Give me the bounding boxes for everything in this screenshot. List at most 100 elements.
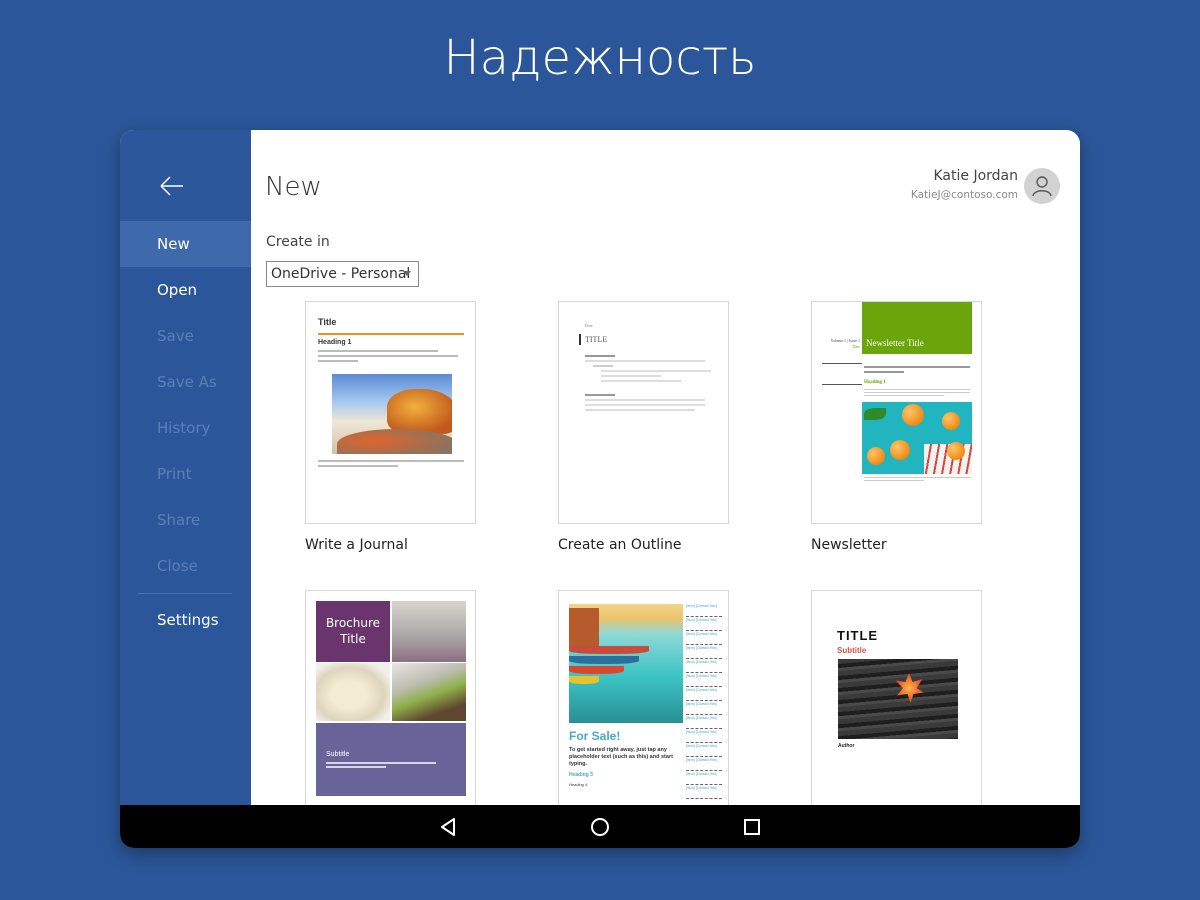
sidebar-item-settings[interactable]: Settings — [120, 597, 251, 643]
preview-text-line — [326, 766, 386, 768]
preview-title: Brochure Title — [316, 601, 390, 662]
preview-subtitle-block — [316, 723, 466, 796]
preview-title: Title — [318, 317, 337, 327]
preview-text-line — [326, 762, 436, 764]
home-icon — [591, 818, 609, 836]
preview-leaf-photo — [838, 659, 958, 739]
chevron-down-icon — [403, 271, 411, 276]
preview-tab: [Item] [Contact Info] — [686, 631, 722, 645]
sidebar-item-share: Share — [157, 511, 201, 529]
preview-tear-off-tabs: [Item] [Contact Info] [Item] [Contact In… — [686, 603, 722, 799]
preview-beach-photo — [332, 374, 452, 454]
preview-rule — [822, 363, 862, 364]
preview-text-lines — [318, 460, 464, 470]
preview-pasta-photo — [316, 663, 390, 721]
recents-icon — [744, 819, 760, 835]
preview-author: Author — [838, 743, 855, 749]
preview-apricot-photo — [862, 402, 972, 474]
sidebar: New Open Save Save As History Print Shar… — [120, 130, 251, 805]
create-in-label: Create in — [266, 234, 330, 250]
template-thumbnail: Title Heading 1 — [305, 301, 476, 524]
preview-tab: [Item] [Contact Info] — [686, 771, 722, 785]
sidebar-item-close: Close — [157, 557, 198, 575]
preview-tab: [Item] [Contact Info] — [686, 617, 722, 631]
preview-tab: [Item] [Contact Info] — [686, 701, 722, 715]
preview-tab: [Item] [Contact Info] — [686, 757, 722, 771]
preview-volume: Volume 1 | Issue 1 — [830, 338, 860, 343]
main-panel: New Katie Jordan KatieJ@contoso.com Crea… — [251, 130, 1080, 805]
location-dropdown[interactable]: OneDrive - Personal — [266, 261, 419, 287]
template-caption: Newsletter — [811, 537, 887, 553]
preview-tab: [Item] [Contact Info] — [686, 673, 722, 687]
preview-date: Date — [585, 323, 593, 328]
avatar[interactable] — [1024, 168, 1060, 204]
preview-heading: Heading 1 — [864, 380, 886, 385]
sidebar-item-save-as: Save As — [157, 373, 217, 391]
sidebar-item-save: Save — [157, 327, 194, 345]
preview-tab: [Item] [Contact Info] — [686, 743, 722, 757]
template-thumbnail: Newsletter Title Volume 1 | Issue 1 Date… — [811, 301, 982, 524]
preview-title: TITLE — [585, 335, 608, 344]
page-title: New — [265, 172, 322, 202]
preview-body: To get started right away, just tap any … — [569, 747, 673, 767]
system-home-button[interactable] — [589, 816, 611, 838]
sidebar-item-history: History — [157, 419, 211, 437]
preview-date: Date — [852, 344, 860, 349]
template-thumbnail: For Sale! To get started right away, jus… — [558, 590, 729, 805]
preview-tab: [Item] [Contact Info] — [686, 659, 722, 673]
sidebar-item-new[interactable]: New — [120, 221, 251, 267]
preview-text-lines — [864, 366, 970, 376]
template-thumbnail: Date TITLE — [558, 301, 729, 524]
preview-title: TITLE — [837, 628, 879, 643]
user-info[interactable]: Katie Jordan KatieJ@contoso.com — [911, 168, 1018, 201]
system-navigation-bar — [120, 805, 1080, 848]
template-caption: Create an Outline — [558, 537, 682, 553]
sidebar-item-open[interactable]: Open — [120, 267, 251, 313]
preview-salad-photo — [392, 663, 466, 721]
arrow-left-icon — [160, 176, 183, 196]
user-email: KatieJ@contoso.com — [910, 189, 1018, 201]
preview-text-lines — [864, 477, 970, 484]
template-brochure[interactable]: Brochure Title Subtitle — [305, 590, 476, 805]
location-selected-value: OneDrive - Personal — [271, 266, 411, 282]
sidebar-item-print: Print — [157, 465, 192, 483]
preview-boats-photo — [569, 604, 683, 723]
preview-heading: Heading 1 — [318, 339, 352, 346]
template-for-sale-flyer[interactable]: For Sale! To get started right away, jus… — [558, 590, 729, 805]
preview-title-bar — [579, 334, 581, 345]
preview-glasses-photo — [392, 601, 466, 662]
back-icon — [441, 818, 455, 836]
preview-text-lines — [864, 389, 970, 399]
preview-text-lines — [318, 350, 458, 365]
preview-subtitle: Subtitle — [837, 646, 867, 655]
promo-title: Надежность — [443, 30, 757, 86]
preview-rule — [822, 384, 862, 385]
system-recents-button[interactable] — [741, 816, 763, 838]
preview-tab: [Item] [Contact Info] — [686, 729, 722, 743]
preview-title: Newsletter Title — [866, 338, 924, 348]
preview-heading3: Heading 3 — [569, 772, 593, 778]
preview-tab: [Item] [Contact Info] — [686, 785, 722, 799]
user-name: Katie Jordan — [933, 168, 1019, 184]
preview-outline-lines — [585, 355, 711, 414]
template-newsletter[interactable]: Newsletter Title Volume 1 | Issue 1 Date… — [811, 301, 982, 553]
back-button[interactable] — [158, 172, 186, 200]
preview-tab: [Item] [Contact Info] — [686, 687, 722, 701]
preview-title: For Sale! — [569, 729, 621, 743]
template-thumbnail: Brochure Title Subtitle — [305, 590, 476, 805]
preview-tab: [Item] [Contact Info] — [686, 645, 722, 659]
person-icon — [1032, 176, 1052, 197]
preview-heading4: Heading 4 — [569, 782, 588, 787]
template-report[interactable]: TITLE Subtitle Author — [811, 590, 982, 805]
system-back-button[interactable] — [438, 816, 460, 838]
preview-tab: [Item] [Contact Info] — [686, 715, 722, 729]
template-write-a-journal[interactable]: Title Heading 1 Write a Journal — [305, 301, 476, 553]
template-caption: Write a Journal — [305, 537, 408, 553]
template-thumbnail: TITLE Subtitle Author — [811, 590, 982, 805]
preview-subtitle: Subtitle — [326, 751, 350, 758]
sidebar-divider — [138, 593, 232, 594]
preview-tab: [Item] [Contact Info] — [686, 603, 722, 617]
preview-rule — [318, 333, 464, 335]
template-create-an-outline[interactable]: Date TITLE Create an Outline — [558, 301, 729, 553]
tablet-screen: New Open Save Save As History Print Shar… — [120, 130, 1080, 848]
